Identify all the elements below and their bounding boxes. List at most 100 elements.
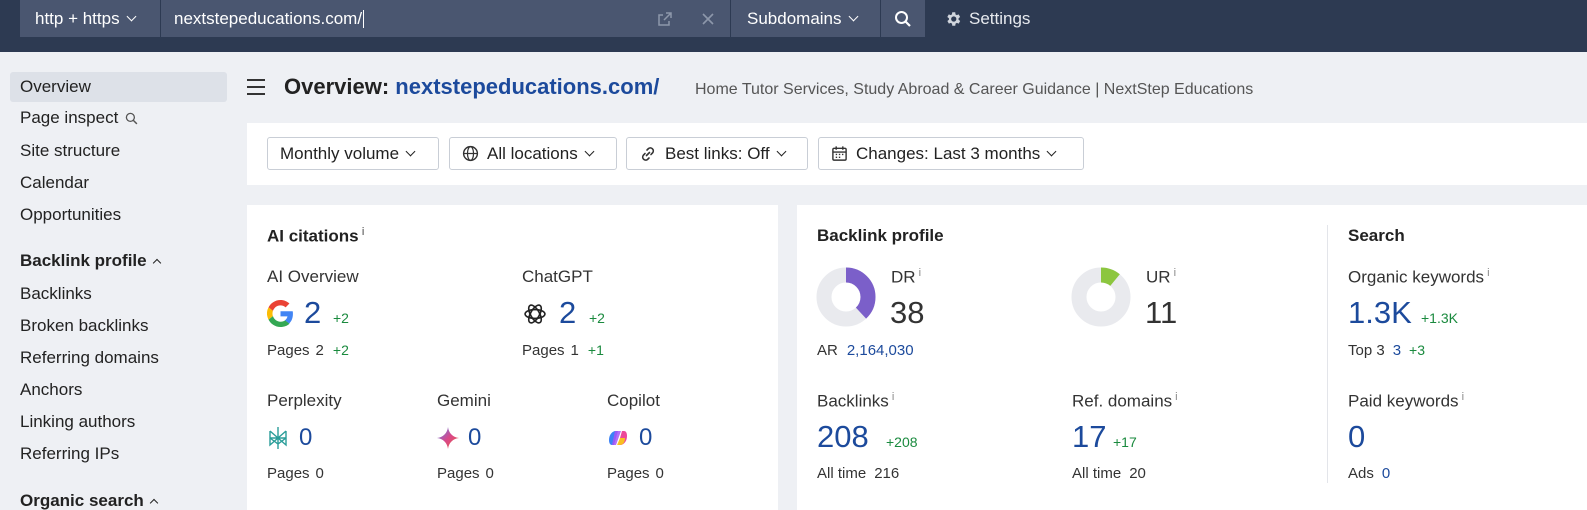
sidebar-item-linking-authors[interactable]: Linking authors — [10, 407, 227, 437]
chevron-down-icon — [126, 11, 137, 21]
ai-overview-label: AI Overview — [267, 267, 359, 286]
sidebar-item-referring-domains[interactable]: Referring domains — [10, 343, 227, 373]
info-icon[interactable]: i — [362, 226, 365, 238]
perplexity-icon — [269, 427, 287, 449]
search-title: Search — [1348, 226, 1405, 245]
chatgpt-icon — [524, 304, 546, 324]
ref-domains-label: Ref. domains i — [1072, 391, 1178, 411]
backlink-profile-title: Backlink profile — [817, 226, 944, 245]
chevron-down-icon — [405, 146, 416, 156]
backlink-search-card: Backlink profile DR i 38 AR 2,164,030 UR i … — [797, 205, 1587, 510]
sidebar-item-calendar[interactable]: Calendar — [10, 168, 227, 198]
ur-value: 11 — [1145, 295, 1178, 330]
locations-dropdown[interactable]: All locations — [449, 137, 617, 170]
ar-rank: AR 2,164,030 — [817, 342, 914, 359]
monthly-volume-dropdown[interactable]: Monthly volume — [267, 137, 439, 170]
backlinks-value[interactable]: 208 — [817, 419, 869, 455]
organic-keywords-delta: +1.3K — [1421, 310, 1458, 326]
info-icon[interactable]: i — [1175, 391, 1177, 403]
settings-button[interactable]: Settings — [944, 0, 1030, 37]
ref-domains-value[interactable]: 17 — [1072, 419, 1106, 455]
search-icon — [126, 112, 138, 124]
ai-overview-pages: Pages 2 +2 — [267, 342, 349, 359]
chevron-up-icon — [149, 498, 159, 507]
target-domain-link[interactable]: nextstepeducations.com/ — [395, 74, 659, 99]
search-button[interactable] — [881, 0, 924, 37]
sidebar-item-anchors[interactable]: Anchors — [10, 375, 227, 405]
perplexity-pages: Pages 0 — [267, 465, 324, 482]
sidebar-item-overview[interactable]: Overview — [10, 72, 227, 102]
sidebar-section-organic-search[interactable]: Organic search — [10, 486, 227, 510]
section-divider — [1327, 225, 1328, 483]
chatgpt-value[interactable]: 2 — [559, 295, 576, 331]
backlinks-label: Backlinks i — [817, 391, 895, 411]
info-icon[interactable]: i — [892, 391, 894, 403]
paid-keywords-label: Paid keywords i — [1348, 391, 1465, 411]
sidebar: Overview Page inspect Site structure Cal… — [0, 52, 237, 510]
dr-label: DR i — [891, 267, 922, 287]
chevron-up-icon — [152, 258, 161, 267]
copilot-icon — [609, 431, 627, 445]
organic-keywords-label: Organic keywords i — [1348, 267, 1490, 287]
gear-icon — [947, 11, 961, 26]
gemini-icon — [437, 427, 459, 449]
copilot-label: Copilot — [607, 391, 660, 410]
backlinks-alltime: All time 216 — [817, 465, 900, 482]
info-icon[interactable]: i — [919, 267, 921, 279]
chevron-down-icon — [776, 146, 787, 156]
sidebar-section-backlink-profile[interactable]: Backlink profile — [10, 246, 227, 276]
gemini-value[interactable]: 0 — [468, 424, 481, 452]
organic-keywords-value[interactable]: 1.3K — [1348, 295, 1412, 331]
ref-domains-delta: +17 — [1113, 434, 1137, 450]
info-icon[interactable]: i — [1174, 267, 1176, 279]
perplexity-label: Perplexity — [267, 391, 342, 410]
google-icon — [267, 300, 293, 327]
page-subtitle: Home Tutor Services, Study Abroad & Care… — [695, 81, 1254, 98]
gemini-label: Gemini — [437, 391, 491, 410]
dr-donut-chart — [816, 267, 876, 327]
ur-donut-chart — [1071, 267, 1131, 327]
sidebar-item-page-inspect[interactable]: Page inspect — [10, 103, 227, 133]
chevron-down-icon — [848, 11, 858, 21]
ads-count: Ads 0 — [1348, 465, 1391, 482]
changes-period-dropdown[interactable]: Changes: Last 3 months — [818, 137, 1084, 170]
url-toolbar: http + https nextstepeducations.com/ Sub… — [20, 0, 925, 37]
link-icon — [641, 146, 655, 161]
sidebar-item-referring-ips[interactable]: Referring IPs — [10, 439, 227, 469]
page-title: Overview: nextstepeducations.com/ — [284, 74, 660, 99]
ref-domains-alltime: All time 20 — [1072, 465, 1146, 482]
sidebar-item-site-structure[interactable]: Site structure — [10, 136, 227, 166]
chevron-down-icon — [584, 146, 595, 156]
copilot-pages: Pages 0 — [607, 465, 664, 482]
chatgpt-delta: +2 — [589, 310, 605, 326]
copilot-value[interactable]: 0 — [639, 424, 652, 452]
info-icon[interactable]: i — [1487, 267, 1489, 279]
top3-keywords: Top 3 3 +3 — [1348, 342, 1426, 359]
chatgpt-pages: Pages 1 +1 — [522, 342, 604, 359]
clear-icon[interactable] — [685, 0, 730, 37]
sidebar-item-opportunities[interactable]: Opportunities — [10, 200, 227, 230]
open-external-icon[interactable] — [645, 0, 685, 37]
hamburger-menu-icon[interactable] — [247, 79, 265, 95]
info-icon[interactable]: i — [1462, 391, 1464, 403]
chevron-down-icon — [1046, 146, 1057, 156]
best-links-dropdown[interactable]: Best links: Off — [626, 137, 808, 170]
top-bar: http + https nextstepeducations.com/ Sub… — [0, 0, 1587, 52]
paid-keywords-value[interactable]: 0 — [1348, 419, 1365, 455]
chatgpt-label: ChatGPT — [522, 267, 593, 286]
url-input[interactable]: nextstepeducations.com/ — [161, 0, 645, 37]
sidebar-item-broken-backlinks[interactable]: Broken backlinks — [10, 311, 227, 341]
search-icon — [894, 10, 911, 27]
globe-icon — [462, 145, 479, 162]
perplexity-value[interactable]: 0 — [299, 424, 312, 452]
ur-label: UR i — [1146, 267, 1177, 287]
ai-citations-title: AI citations i — [267, 226, 365, 246]
ai-citations-card: AI citations i AI Overview 2 +2 Pages 2 +2 … — [247, 205, 778, 510]
ai-overview-delta: +2 — [333, 310, 349, 326]
protocol-dropdown[interactable]: http + https — [20, 0, 160, 37]
ai-overview-value[interactable]: 2 — [304, 295, 321, 331]
calendar-icon — [832, 146, 847, 161]
subdomains-dropdown[interactable]: Subdomains — [731, 0, 880, 37]
sidebar-item-backlinks[interactable]: Backlinks — [10, 279, 227, 309]
backlinks-delta: +208 — [886, 434, 918, 450]
